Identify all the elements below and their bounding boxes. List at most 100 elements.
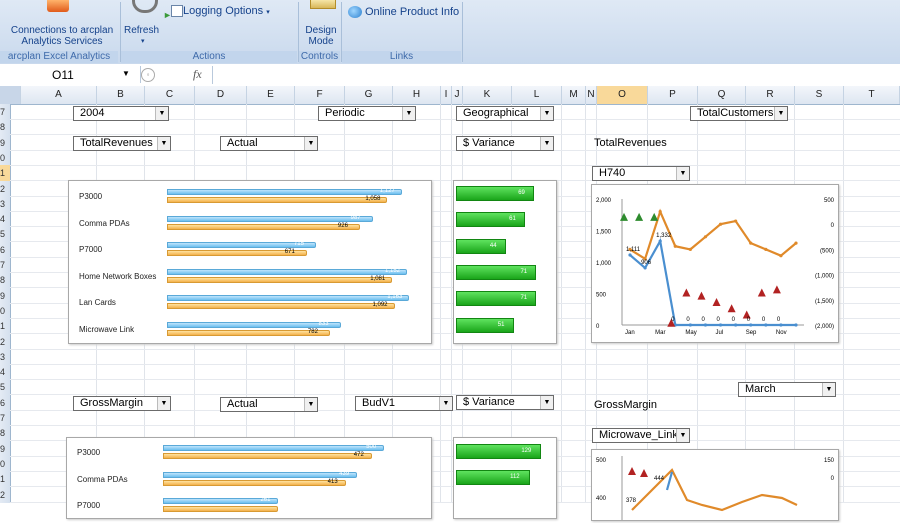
row-header-24[interactable]: 4 bbox=[0, 364, 10, 380]
version-dropdown[interactable]: Actual ▼ bbox=[220, 136, 318, 151]
product2-dropdown-icon[interactable]: ▼ bbox=[676, 429, 689, 442]
bar-budget bbox=[167, 276, 393, 283]
product-dropdown[interactable]: H740 ▼ bbox=[592, 166, 690, 181]
row-header-22[interactable]: 2 bbox=[0, 334, 10, 350]
variance-dropdown[interactable]: $ Variance ▼ bbox=[456, 136, 554, 151]
online-product-info-link[interactable]: Online Product Info bbox=[365, 6, 459, 18]
row-header-31[interactable]: 1 bbox=[0, 471, 10, 487]
column-header-g[interactable]: G bbox=[345, 86, 393, 104]
column-header-a[interactable]: A bbox=[21, 86, 97, 104]
customers-dropdown-icon[interactable]: ▼ bbox=[774, 107, 787, 120]
select-all-corner[interactable] bbox=[0, 86, 21, 104]
column-header-n[interactable]: N bbox=[586, 86, 597, 104]
period-mode-dropdown-icon[interactable]: ▼ bbox=[402, 107, 415, 120]
design-mode-icon bbox=[310, 0, 336, 9]
column-header-p[interactable]: P bbox=[648, 86, 698, 104]
row-header-16[interactable]: 6 bbox=[0, 242, 10, 258]
row-header-21[interactable]: 1 bbox=[0, 318, 10, 334]
measure2-dropdown-icon[interactable]: ▼ bbox=[157, 397, 170, 410]
gridline-h bbox=[10, 425, 900, 426]
column-header-t[interactable]: T bbox=[844, 86, 900, 104]
point-label: 0 bbox=[762, 317, 766, 323]
column-header-f[interactable]: F bbox=[295, 86, 345, 104]
cancel-entry-icon[interactable]: ◦ bbox=[141, 68, 155, 82]
name-box[interactable]: O11 ▼ bbox=[0, 66, 141, 83]
column-header-d[interactable]: D bbox=[195, 86, 247, 104]
geo-dropdown-icon[interactable]: ▼ bbox=[540, 107, 553, 120]
row-header-17[interactable]: 7 bbox=[0, 257, 10, 273]
variance2-dropdown-icon[interactable]: ▼ bbox=[540, 396, 553, 409]
logging-options-button[interactable]: Logging Options ▾ bbox=[183, 5, 270, 17]
row-header-14[interactable]: 4 bbox=[0, 211, 10, 227]
column-header-c[interactable]: C bbox=[145, 86, 195, 104]
budget-dropdown-icon[interactable]: ▼ bbox=[439, 397, 452, 410]
period-mode-dropdown[interactable]: Periodic ▼ bbox=[318, 106, 416, 121]
row-header-23[interactable]: 3 bbox=[0, 349, 10, 365]
year-dropdown-icon[interactable]: ▼ bbox=[155, 107, 168, 120]
row-header-19[interactable]: 9 bbox=[0, 288, 10, 304]
month-dropdown[interactable]: March ▼ bbox=[738, 382, 836, 397]
customers-dropdown[interactable]: TotalCustomers ▼ bbox=[690, 106, 788, 121]
connections-button[interactable]: Connections to arcplan Analytics Service… bbox=[6, 25, 118, 47]
row-header-7[interactable]: 7 bbox=[0, 104, 10, 120]
online-info-icon bbox=[348, 6, 362, 18]
row-header-20[interactable]: 0 bbox=[0, 303, 10, 319]
version-dropdown-icon[interactable]: ▼ bbox=[304, 137, 317, 150]
column-header-q[interactable]: Q bbox=[698, 86, 746, 104]
column-header-i[interactable]: I bbox=[441, 86, 452, 104]
column-header-j[interactable]: J bbox=[452, 86, 463, 104]
bar-budget bbox=[163, 479, 346, 486]
row-header-18[interactable]: 8 bbox=[0, 272, 10, 288]
design-mode-button[interactable]: Design Mode bbox=[304, 25, 338, 47]
version2-dropdown-icon[interactable]: ▼ bbox=[304, 398, 317, 411]
column-header-r[interactable]: R bbox=[746, 86, 795, 104]
row-header-13[interactable]: 3 bbox=[0, 196, 10, 212]
refresh-button[interactable]: Refresh bbox=[124, 25, 159, 36]
column-header-l[interactable]: L bbox=[512, 86, 562, 104]
measure2-dropdown[interactable]: GrossMargin ▼ bbox=[73, 396, 171, 411]
variance2-dropdown[interactable]: $ Variance ▼ bbox=[456, 395, 554, 410]
bar-budget bbox=[163, 453, 372, 459]
y2-tick-label: 500 bbox=[824, 198, 835, 204]
column-header-e[interactable]: E bbox=[247, 86, 295, 104]
column-header-k[interactable]: K bbox=[463, 86, 512, 104]
row-header-29[interactable]: 9 bbox=[0, 441, 10, 457]
formula-bar: O11 ▼ ◦ fx bbox=[0, 64, 900, 87]
column-header-s[interactable]: S bbox=[795, 86, 844, 104]
row-header-12[interactable]: 2 bbox=[0, 181, 10, 197]
row-header-9[interactable]: 9 bbox=[0, 135, 10, 151]
series-point bbox=[734, 219, 738, 223]
row-header-11[interactable]: 1 bbox=[0, 165, 10, 182]
marker-red bbox=[757, 288, 766, 297]
column-header-m[interactable]: M bbox=[562, 86, 586, 104]
product-dropdown-icon[interactable]: ▼ bbox=[676, 167, 689, 180]
column-headers: A B C D E F G H I J K L M N O P Q R S T bbox=[0, 86, 900, 105]
row-header-15[interactable]: 5 bbox=[0, 226, 10, 242]
row-header-32[interactable]: 2 bbox=[0, 487, 10, 503]
point-label: 906 bbox=[641, 260, 652, 266]
column-header-o[interactable]: O bbox=[597, 86, 648, 104]
name-box-dropdown-icon[interactable]: ▼ bbox=[122, 69, 130, 78]
measure-dropdown-icon[interactable]: ▼ bbox=[157, 137, 170, 150]
series-point bbox=[658, 239, 662, 243]
variance-dropdown-icon[interactable]: ▼ bbox=[540, 137, 553, 150]
row-header-10[interactable]: 0 bbox=[0, 150, 10, 166]
geo-dropdown[interactable]: Geographical ▼ bbox=[456, 106, 554, 121]
product2-dropdown[interactable]: Microwave_Link ▼ bbox=[592, 428, 690, 443]
row-header-8[interactable]: 8 bbox=[0, 119, 10, 135]
measure-dropdown[interactable]: TotalRevenues ▼ bbox=[73, 136, 171, 151]
month-dropdown-icon[interactable]: ▼ bbox=[822, 383, 835, 396]
budget-dropdown[interactable]: BudV1 ▼ bbox=[355, 396, 453, 411]
version2-dropdown[interactable]: Actual ▼ bbox=[220, 397, 318, 412]
year-dropdown[interactable]: 2004 ▼ bbox=[73, 106, 169, 121]
row-header-28[interactable]: 8 bbox=[0, 425, 10, 441]
insert-function-icon[interactable]: fx bbox=[193, 67, 202, 82]
refresh-dropdown-icon[interactable]: ▾ bbox=[141, 37, 145, 45]
row-header-27[interactable]: 7 bbox=[0, 410, 10, 426]
column-header-h[interactable]: H bbox=[393, 86, 441, 104]
row-header-26[interactable]: 6 bbox=[0, 395, 10, 411]
row-header-25[interactable]: 5 bbox=[0, 379, 10, 395]
formula-input[interactable] bbox=[212, 66, 900, 84]
row-header-30[interactable]: 0 bbox=[0, 456, 10, 472]
column-header-b[interactable]: B bbox=[97, 86, 145, 104]
